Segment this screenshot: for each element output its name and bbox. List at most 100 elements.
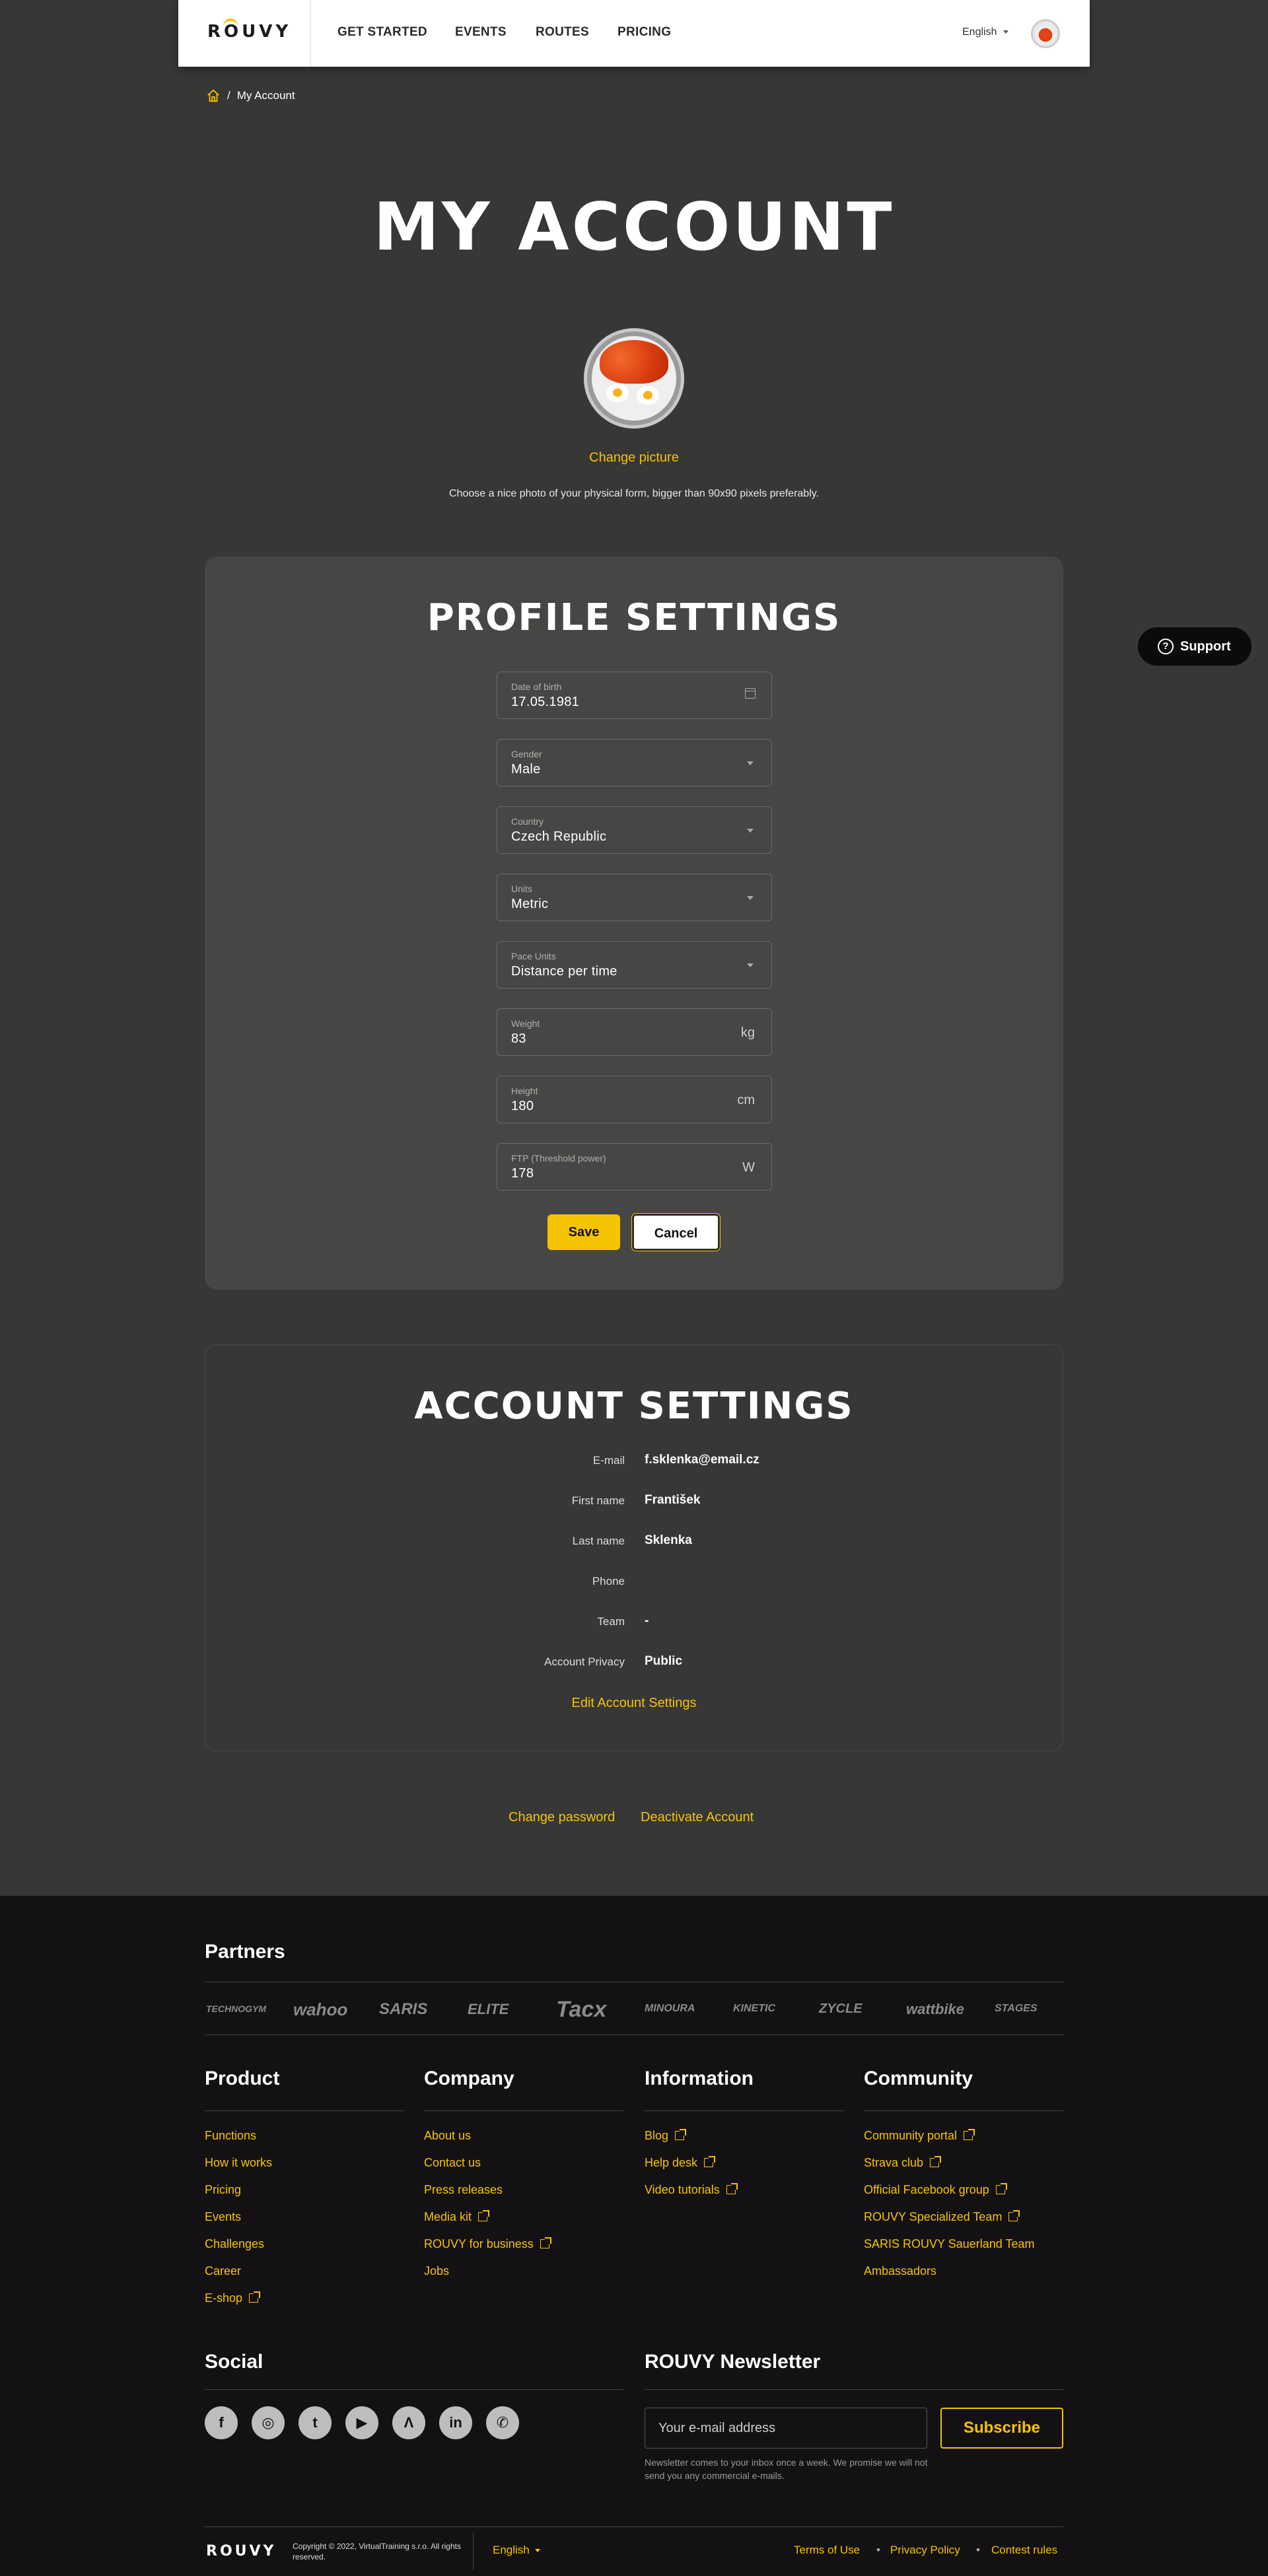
country-field[interactable]: Country Czech Republic [497, 806, 772, 854]
nav-pricing[interactable]: PRICING [617, 25, 671, 40]
header-divider [310, 0, 311, 67]
footer-link[interactable]: Pricing [205, 2183, 241, 2197]
external-link-icon [995, 2183, 1007, 2194]
footer-link[interactable]: Blog [645, 2129, 687, 2143]
picture-hint: Choose a nice photo of your physical for… [448, 488, 820, 499]
home-icon[interactable] [206, 88, 221, 103]
external-link-icon [675, 2129, 687, 2140]
top-navigation-bar: ROUVY GET STARTED EVENTS ROUTES PRICING … [178, 0, 1090, 67]
cancel-button[interactable]: Cancel [632, 1214, 720, 1251]
footer-link[interactable]: Jobs [424, 2264, 449, 2278]
field-label: Units [511, 884, 532, 894]
partner-logo-stages[interactable]: STAGES [995, 2003, 1038, 2015]
breadcrumb-current: My Account [236, 89, 295, 102]
account-row-label: Last name [572, 1535, 625, 1547]
unit-label: kg [740, 1026, 755, 1040]
footer-link[interactable]: Career [205, 2264, 241, 2278]
footer-link[interactable]: How it works [205, 2156, 272, 2170]
ftp-threshold-power-field[interactable]: FTP (Threshold power) 178 W [497, 1143, 772, 1191]
footer-logo[interactable]: ROUVY [206, 2543, 276, 2559]
field-value: 178 [511, 1166, 534, 1181]
nav-events[interactable]: EVENTS [455, 25, 507, 40]
account-row-label: Phone [592, 1575, 625, 1587]
language-selector[interactable]: English [962, 26, 1008, 38]
partner-logo-kinetic[interactable]: KINETIC [733, 2003, 775, 2015]
footer-link[interactable]: SARIS ROUVY Sauerland Team [864, 2237, 1034, 2251]
linkedin-icon[interactable]: in [439, 2406, 472, 2439]
page-title: MY ACCOUNT [373, 188, 895, 265]
footer-language-selector[interactable]: English [493, 2544, 540, 2557]
footer-link[interactable]: Help desk [645, 2156, 716, 2170]
account-row-label: E-mail [592, 1454, 625, 1467]
calendar-icon[interactable] [745, 688, 756, 699]
change-password-link[interactable]: Change password [509, 1810, 615, 1825]
external-link-icon [726, 2183, 738, 2194]
chevron-down-icon[interactable] [747, 896, 754, 900]
footer-link[interactable]: Official Facebook group [864, 2183, 1007, 2197]
footer-link[interactable]: Functions [205, 2129, 256, 2143]
partner-logo-wattbike[interactable]: wattbike [906, 2001, 964, 2018]
account-row-label: First name [571, 1494, 625, 1507]
support-button[interactable]: ? Support [1138, 627, 1251, 666]
partner-logo-wahoo[interactable]: wahoo [293, 2000, 347, 2020]
footer-link[interactable]: Community portal [864, 2129, 975, 2143]
partner-logo-minoura[interactable]: MINOURA [645, 2003, 695, 2015]
partner-logo-zycle[interactable]: ZYCLE [819, 2002, 863, 2017]
subscribe-button[interactable]: Subscribe [940, 2408, 1063, 2449]
question-icon: ? [1158, 639, 1174, 654]
footer-link[interactable]: Ambassadors [864, 2264, 936, 2278]
change-picture-link[interactable]: Change picture [0, 450, 1268, 466]
save-button[interactable]: Save [547, 1214, 620, 1250]
footer-link[interactable]: Events [205, 2210, 241, 2224]
deactivate-account-link[interactable]: Deactivate Account [641, 1810, 754, 1825]
twitter-icon[interactable]: t [299, 2406, 332, 2439]
partner-logo-elite[interactable]: ELITE [468, 2001, 509, 2018]
strava-icon[interactable]: Λ [392, 2406, 425, 2439]
footer-link[interactable]: Challenges [205, 2237, 264, 2251]
footer-link[interactable]: ROUVY for business [424, 2237, 551, 2251]
whatsapp-icon[interactable]: ✆ [486, 2406, 519, 2439]
partner-logo-saris[interactable]: SARIS [379, 2000, 427, 2019]
nav-routes[interactable]: ROUTES [536, 25, 589, 40]
footer-link[interactable]: Strava club [864, 2156, 942, 2170]
account-settings-title: ACCOUNT SETTINGS [414, 1385, 854, 1428]
nav-get-started[interactable]: GET STARTED [337, 25, 427, 40]
instagram-icon[interactable]: ◎ [252, 2406, 285, 2439]
rouvy-logo[interactable]: ROUVY [207, 18, 291, 42]
chevron-down-icon[interactable] [747, 963, 754, 967]
field-label: Gender [511, 749, 542, 759]
date-of-birth-field[interactable]: Date of birth 17.05.1981 [497, 672, 772, 719]
user-avatar[interactable] [1031, 19, 1060, 48]
footer-link[interactable]: E-shop [205, 2291, 261, 2305]
footer-link[interactable]: About us [424, 2129, 471, 2143]
footer-link[interactable]: Video tutorials [645, 2183, 738, 2197]
chevron-down-icon[interactable] [747, 829, 754, 833]
footer-link[interactable]: Contact us [424, 2156, 481, 2170]
footer-link[interactable]: Media kit [424, 2210, 490, 2224]
footer-link[interactable]: Press releases [424, 2183, 503, 2197]
field-value: 17.05.1981 [511, 695, 580, 709]
height-field[interactable]: Height 180 cm [497, 1076, 772, 1123]
field-value: Metric [511, 897, 549, 911]
partner-logo-tacx[interactable]: Tacx [556, 1997, 606, 2023]
chevron-down-icon[interactable] [747, 761, 754, 765]
gender-field[interactable]: Gender Male [497, 739, 772, 786]
units-field[interactable]: Units Metric [497, 874, 772, 921]
edit-account-settings-link[interactable]: Edit Account Settings [205, 1696, 1063, 1711]
newsletter-email-input[interactable]: Your e-mail address [645, 2408, 927, 2449]
facebook-icon[interactable]: f [205, 2406, 238, 2439]
partner-logo-technogym[interactable]: TECHNOGYM [206, 2003, 266, 2014]
privacy-policy-link[interactable]: Privacy Policy [890, 2544, 960, 2557]
social-title: Social [205, 2351, 264, 2373]
terms-of-use-link[interactable]: Terms of Use [794, 2544, 860, 2557]
pace-units-field[interactable]: Pace Units Distance per time [497, 941, 772, 989]
footer-link[interactable]: ROUVY Specialized Team [864, 2210, 1020, 2224]
youtube-icon[interactable]: ▶ [345, 2406, 378, 2439]
contest-rules-link[interactable]: Contest rules [991, 2544, 1057, 2557]
weight-field[interactable]: Weight 83 kg [497, 1008, 772, 1056]
unit-label: W [742, 1160, 755, 1175]
field-label: Date of birth [511, 681, 562, 692]
footer-column-title: Company [424, 2068, 514, 2089]
profile-settings-card: PROFILE SETTINGS Date of birth 17.05.1981… [205, 557, 1063, 1290]
copyright-text: Copyright © 2022, VirtualTraining s.r.o.… [293, 2542, 461, 2561]
